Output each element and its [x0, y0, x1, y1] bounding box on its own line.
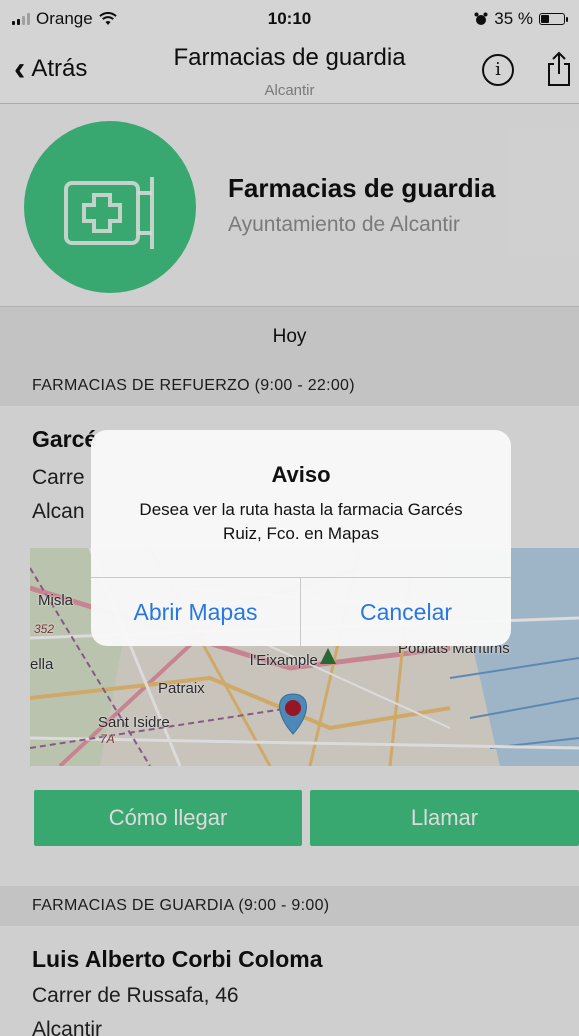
open-maps-button[interactable]: Abrir Mapas	[91, 578, 300, 646]
alert-dialog: Aviso Desea ver la ruta hasta la farmaci…	[91, 430, 511, 646]
alert-message: Desea ver la ruta hasta la farmacia Garc…	[139, 500, 463, 543]
alert-title: Aviso	[271, 462, 331, 487]
cancel-button[interactable]: Cancelar	[301, 578, 511, 646]
